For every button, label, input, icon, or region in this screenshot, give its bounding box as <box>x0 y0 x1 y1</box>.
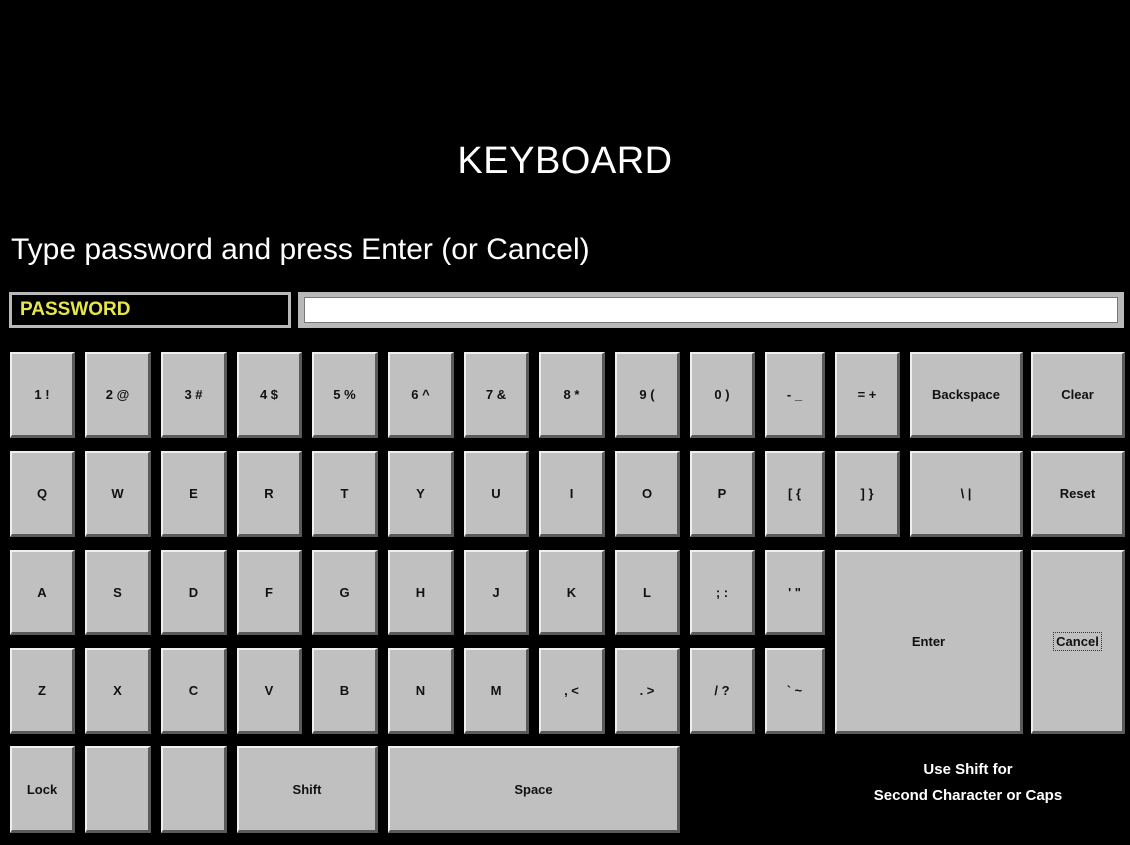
page-title: KEYBOARD <box>457 140 673 182</box>
key-g[interactable]: G <box>312 550 378 635</box>
key-2[interactable]: 2 @ <box>85 352 151 438</box>
lock-button[interactable]: Lock <box>10 746 75 833</box>
key-4[interactable]: 4 $ <box>237 352 302 438</box>
key-o[interactable]: O <box>615 451 680 537</box>
key-7[interactable]: 7 & <box>464 352 529 438</box>
key-5[interactable]: 5 % <box>312 352 378 438</box>
shift-hint-line1: Use Shift for <box>923 761 1013 778</box>
key-left-bracket[interactable]: [ { <box>765 451 825 537</box>
key-equals[interactable]: = + <box>835 352 900 438</box>
key-p[interactable]: P <box>690 451 755 537</box>
key-comma[interactable]: , < <box>539 648 605 734</box>
shift-button[interactable]: Shift <box>237 746 378 833</box>
key-8[interactable]: 8 * <box>539 352 605 438</box>
key-j[interactable]: J <box>464 550 529 635</box>
shift-hint: Use Shift for Second Character or Caps <box>838 757 1098 809</box>
key-quote[interactable]: ' " <box>765 550 825 635</box>
key-backtick[interactable]: ` ~ <box>765 648 825 734</box>
key-3[interactable]: 3 # <box>161 352 227 438</box>
key-v[interactable]: V <box>237 648 302 734</box>
instruction-text: Type password and press Enter (or Cancel… <box>11 233 590 266</box>
key-n[interactable]: N <box>388 648 454 734</box>
backspace-button[interactable]: Backspace <box>910 352 1023 438</box>
key-y[interactable]: Y <box>388 451 454 537</box>
key-t[interactable]: T <box>312 451 378 537</box>
key-9[interactable]: 9 ( <box>615 352 680 438</box>
key-right-bracket[interactable]: ] } <box>835 451 900 537</box>
shift-hint-line2: Second Character or Caps <box>873 787 1063 804</box>
key-0[interactable]: 0 ) <box>690 352 755 438</box>
blank-key-2[interactable] <box>161 746 227 833</box>
key-slash[interactable]: / ? <box>690 648 755 734</box>
blank-key-1[interactable] <box>85 746 151 833</box>
key-f[interactable]: F <box>237 550 302 635</box>
key-backslash[interactable]: \ | <box>910 451 1023 537</box>
key-u[interactable]: U <box>464 451 529 537</box>
key-h[interactable]: H <box>388 550 454 635</box>
key-minus[interactable]: - _ <box>765 352 825 438</box>
key-s[interactable]: S <box>85 550 151 635</box>
cancel-button[interactable]: Cancel <box>1031 550 1125 734</box>
key-w[interactable]: W <box>85 451 151 537</box>
reset-button[interactable]: Reset <box>1031 451 1125 537</box>
enter-button[interactable]: Enter <box>835 550 1023 734</box>
key-i[interactable]: I <box>539 451 605 537</box>
key-period[interactable]: . > <box>615 648 680 734</box>
password-input[interactable] <box>304 297 1118 323</box>
space-button[interactable]: Space <box>388 746 680 833</box>
clear-button[interactable]: Clear <box>1031 352 1125 438</box>
key-z[interactable]: Z <box>10 648 75 734</box>
key-1[interactable]: 1 ! <box>10 352 75 438</box>
key-e[interactable]: E <box>161 451 227 537</box>
key-a[interactable]: A <box>10 550 75 635</box>
password-field-label: PASSWORD <box>9 292 291 328</box>
key-6[interactable]: 6 ^ <box>388 352 454 438</box>
key-c[interactable]: C <box>161 648 227 734</box>
key-d[interactable]: D <box>161 550 227 635</box>
password-field-frame <box>298 292 1124 328</box>
key-x[interactable]: X <box>85 648 151 734</box>
key-k[interactable]: K <box>539 550 605 635</box>
key-m[interactable]: M <box>464 648 529 734</box>
key-r[interactable]: R <box>237 451 302 537</box>
key-l[interactable]: L <box>615 550 680 635</box>
key-semicolon[interactable]: ; : <box>690 550 755 635</box>
key-b[interactable]: B <box>312 648 378 734</box>
key-q[interactable]: Q <box>10 451 75 537</box>
